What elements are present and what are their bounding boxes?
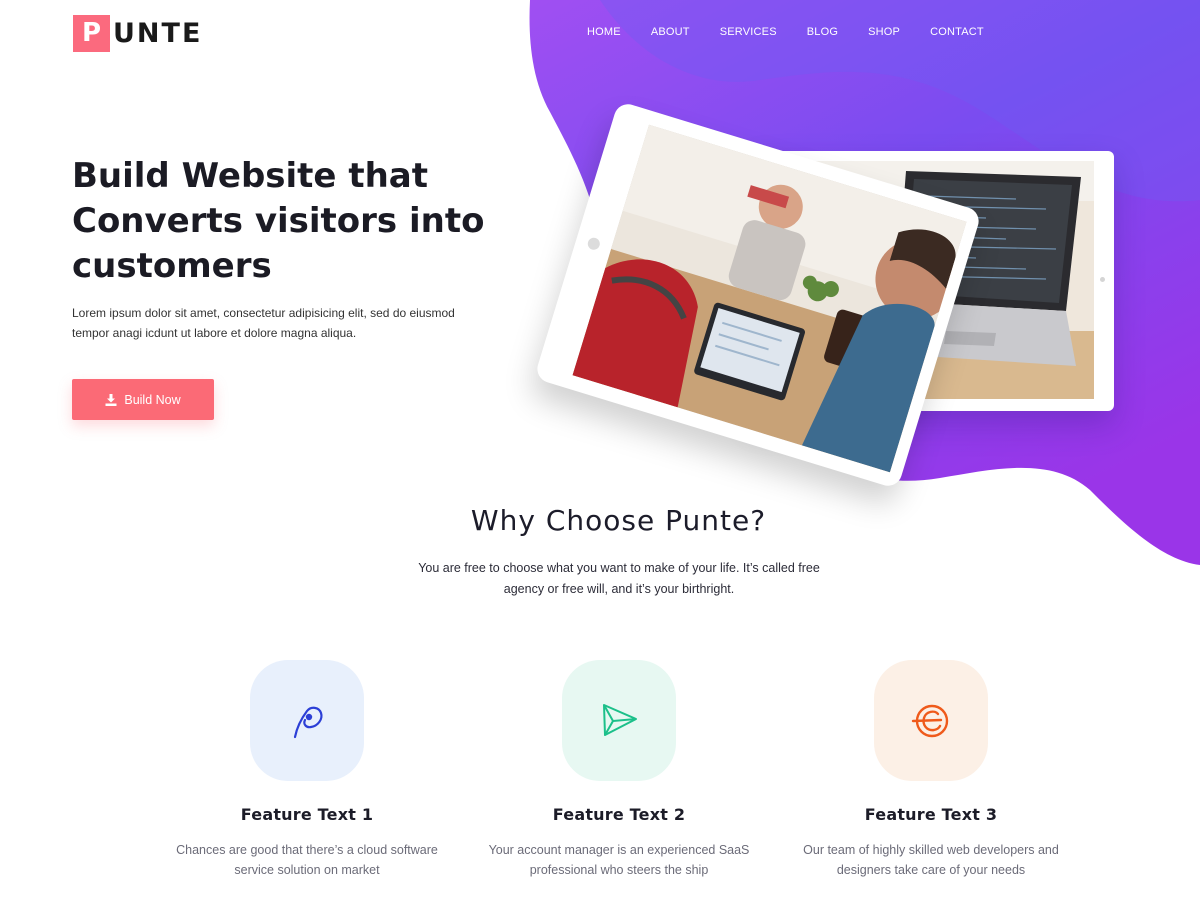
feature-title: Feature Text 3 [864, 805, 998, 824]
feature-icon-wrap [874, 660, 988, 781]
logo-letter: P [73, 14, 110, 52]
logo-text: UNTE [113, 17, 203, 49]
main-nav: HOME ABOUT SERVICES BLOG SHOP CONTACT [587, 26, 1014, 38]
feature-description: Our team of highly skilled web developer… [803, 843, 1059, 877]
feature-description: Your account manager is an experienced S… [488, 843, 750, 877]
paper-plane-icon [603, 703, 637, 736]
feature-icon-wrap [250, 660, 364, 781]
nav-blog[interactable]: BLOG [807, 26, 838, 38]
hero-description: Lorem ipsum dolor sit amet, consectetur … [72, 306, 455, 340]
section-description: You are free to choose what you want to … [418, 561, 820, 596]
feature-description: Chances are good that there’s a cloud so… [176, 843, 438, 877]
feature-icon-wrap [562, 660, 676, 781]
hero-title: Build Website that Converts visitors int… [72, 156, 485, 286]
device-button [1100, 277, 1105, 282]
build-now-label: Build Now [124, 392, 181, 407]
feature-title: Feature Text 2 [552, 805, 686, 824]
nav-shop[interactable]: SHOP [868, 26, 900, 38]
build-now-button[interactable]: Build Now [72, 379, 214, 420]
nav-home[interactable]: HOME [587, 26, 621, 38]
section-title: Why Choose Punte? [470, 504, 767, 537]
brand-logo[interactable]: P UNTE [73, 14, 202, 52]
feature-card-3: Feature Text 3 Our team of highly skille… [781, 660, 1081, 880]
nav-services[interactable]: SERVICES [720, 26, 777, 38]
feature-title: Feature Text 1 [240, 805, 374, 824]
nav-about[interactable]: ABOUT [651, 26, 690, 38]
feature-card-1: Feature Text 1 Chances are good that the… [157, 660, 457, 880]
target-pin-icon [293, 706, 323, 738]
feature-card-2: Feature Text 2 Your account manager is a… [469, 660, 769, 880]
tablet-home-button [586, 236, 602, 252]
orbit-e-icon [911, 704, 949, 737]
nav-contact[interactable]: CONTACT [930, 26, 984, 38]
download-icon [105, 393, 117, 406]
